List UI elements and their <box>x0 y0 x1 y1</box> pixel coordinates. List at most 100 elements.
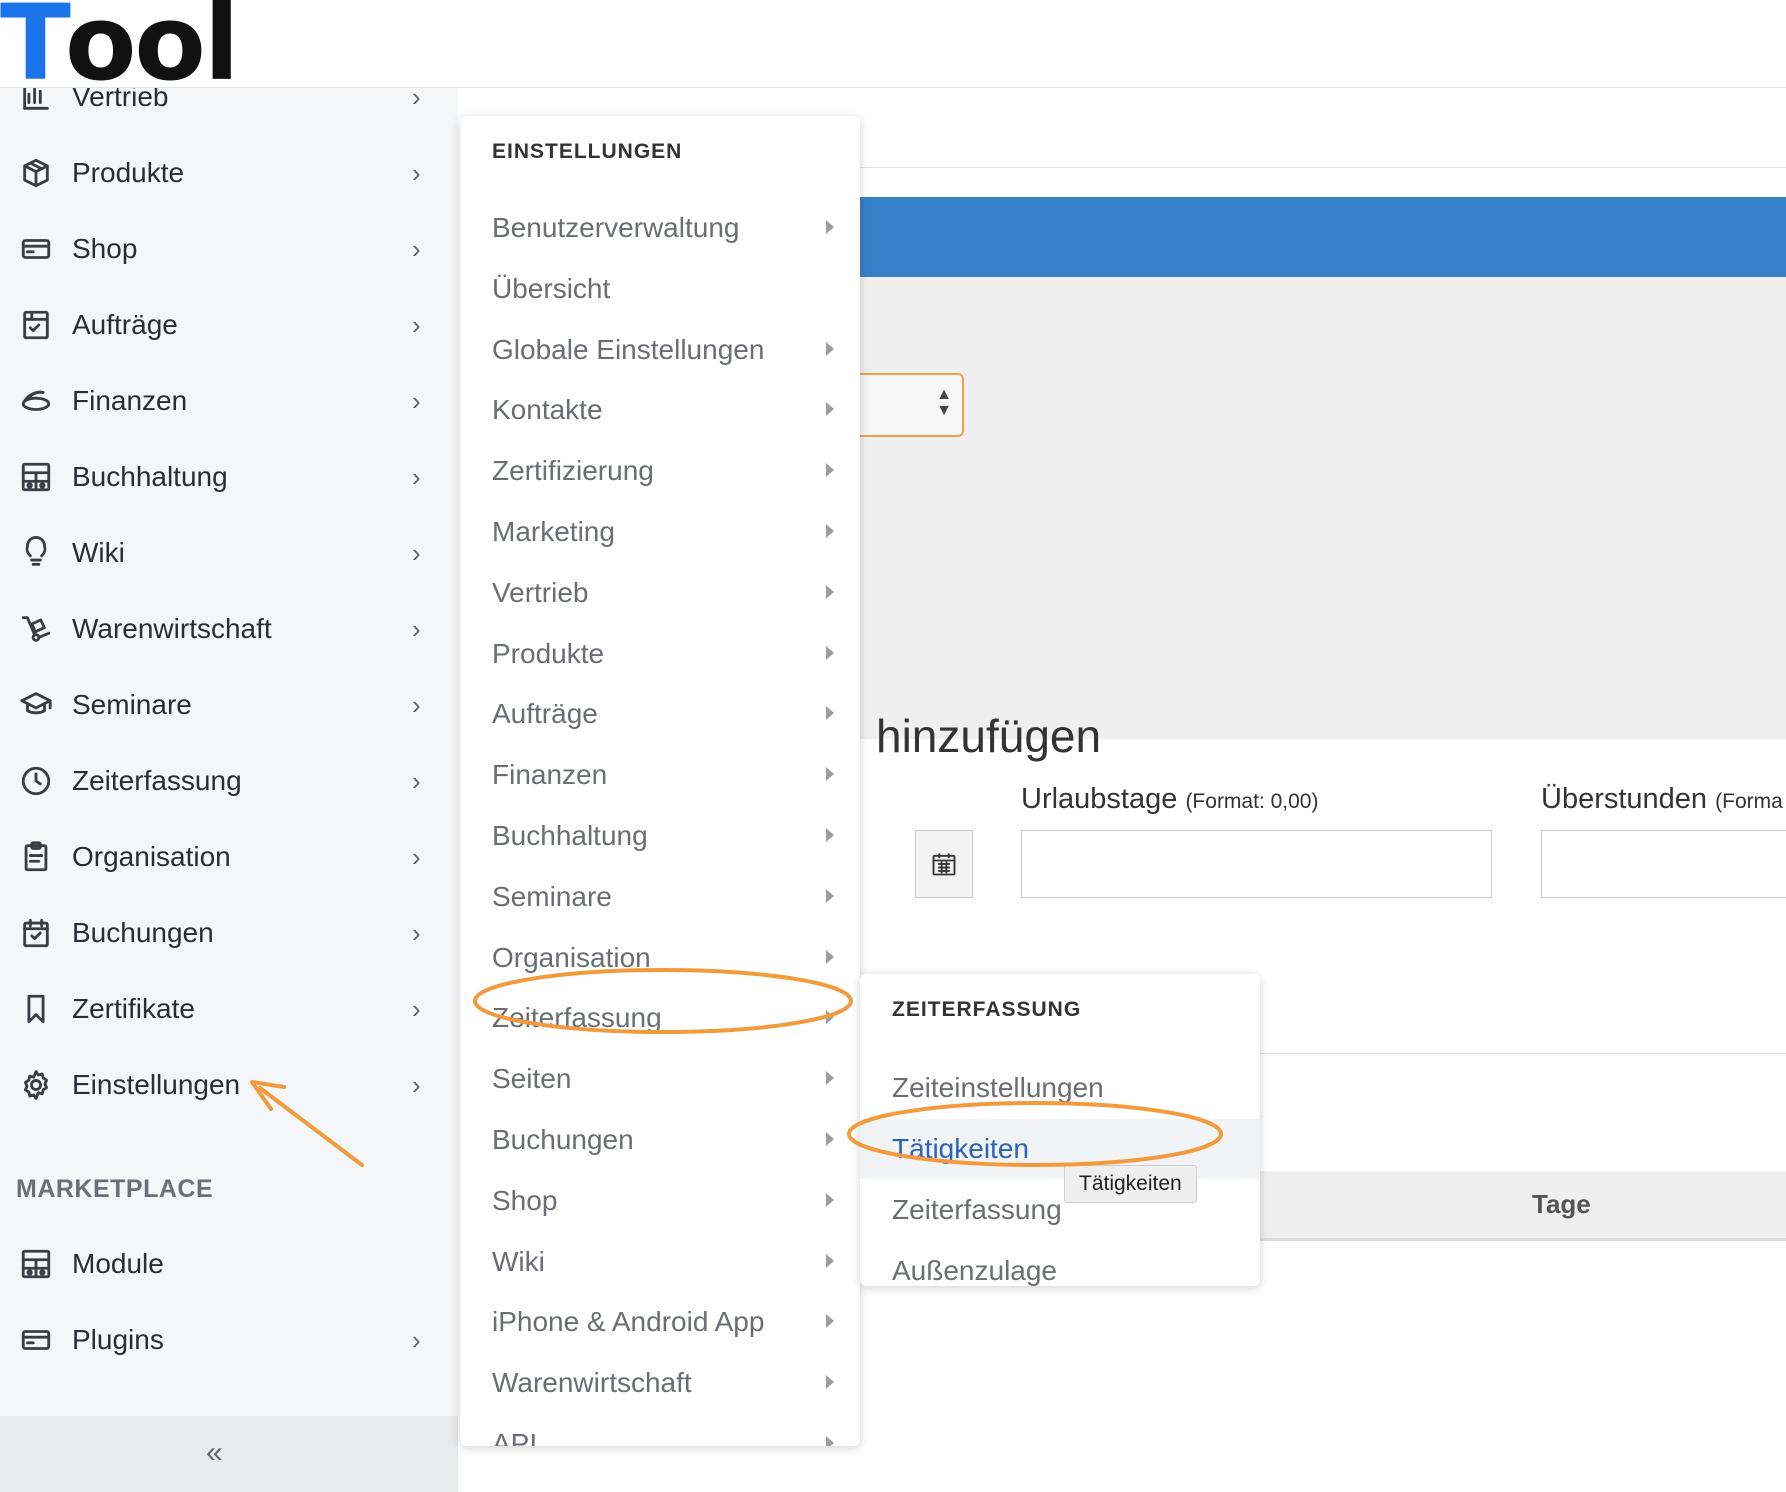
settings-menu-item-api[interactable]: API <box>460 1416 860 1446</box>
settings-menu-item-seminare[interactable]: Seminare <box>460 869 860 925</box>
chevron-right-icon: › <box>412 233 421 264</box>
caret-right-icon <box>826 767 834 782</box>
settings-menu-item-organisation[interactable]: Organisation <box>460 930 860 986</box>
menu-item-label: iPhone & Android App <box>492 1306 765 1338</box>
sidebar-item-label: Wiki <box>72 537 125 568</box>
sidebar-item-einstellungen[interactable]: Einstellungen › <box>0 1055 458 1115</box>
select-arrows-icon: ▲ ▼ <box>936 386 952 419</box>
zeiterfassung-menu-item-zeiteinstellungen[interactable]: Zeiteinstellungen <box>860 1058 1260 1118</box>
menu-item-label: Buchungen <box>492 1124 634 1155</box>
zeiterfassung-menu-item-aussenzulage[interactable]: Außenzulage <box>860 1241 1260 1301</box>
sidebar-item-produkte[interactable]: Produkte › <box>0 143 458 203</box>
settings-menu-item-zertifizierung[interactable]: Zertifizierung <box>460 443 860 499</box>
logo-letter-t: T <box>0 0 71 104</box>
menu-item-label: Wiki <box>492 1245 545 1277</box>
app-header: Tool <box>0 0 1786 104</box>
sidebar-item-zertifikate[interactable]: Zertifikate › <box>0 979 458 1039</box>
menu-item-label: Außenzulage <box>892 1255 1058 1286</box>
app-logo[interactable]: Tool <box>0 0 240 104</box>
caret-right-icon <box>826 828 834 842</box>
settings-menu-item-wiki[interactable]: Wiki <box>460 1234 860 1290</box>
zeiterfassung-menu-item-zeiterfassung[interactable]: Zeiterfassung <box>860 1180 1260 1240</box>
sidebar-item-label: Finanzen <box>72 385 188 416</box>
chevron-right-icon: › <box>412 385 421 416</box>
chevron-right-icon: › <box>412 917 421 948</box>
sidebar-item-shop[interactable]: Shop › <box>0 219 458 279</box>
settings-menu-item-benutzerverwaltung[interactable]: Benutzerverwaltung <box>460 200 860 256</box>
settings-menu-item-iphone-android-app[interactable]: iPhone & Android App <box>460 1294 860 1350</box>
logo-text: ool <box>64 0 240 104</box>
calculator-icon <box>18 459 54 495</box>
caret-right-icon <box>826 1192 834 1207</box>
settings-menu-item-finanzen[interactable]: Finanzen <box>460 747 860 803</box>
menu-item-label: Buchhaltung <box>492 820 648 851</box>
chevron-right-icon: › <box>412 1069 421 1100</box>
settings-menu-item-globale-einstellungen[interactable]: Globale Einstellungen <box>460 322 860 378</box>
caret-right-icon <box>826 706 834 721</box>
menu-item-label: Vertrieb <box>492 576 589 608</box>
graduation-cap-icon <box>18 687 54 723</box>
settings-menu-item-shop[interactable]: Shop <box>460 1173 860 1229</box>
marketplace-section-title: MARKETPLACE <box>16 1175 214 1203</box>
sidebar-item-label: Einstellungen <box>72 1069 241 1100</box>
menu-item-label: Produkte <box>492 637 605 669</box>
chevron-right-icon: › <box>412 993 421 1024</box>
settings-menu-item-buchhaltung[interactable]: Buchhaltung <box>460 808 860 864</box>
chevron-right-icon: › <box>412 689 421 720</box>
zeiterfassung-menu-item-taetigkeiten[interactable]: Tätigkeiten <box>860 1119 1260 1179</box>
settings-menu-item-marketing[interactable]: Marketing <box>460 504 860 560</box>
collapse-sidebar-icon[interactable]: « <box>206 1436 223 1470</box>
sidebar-item-label: Plugins <box>72 1324 164 1355</box>
menu-item-label: Benutzerverwaltung <box>492 212 740 243</box>
sidebar-item-organisation[interactable]: Organisation › <box>0 827 458 887</box>
ueberstunden-label-text: Überstunden <box>1541 783 1708 815</box>
zeiterfassung-flyout-menu: ZEITERFASSUNG Zeiteinstellungen Tätigkeit… <box>860 974 1260 1286</box>
sidebar-item-label: Buchhaltung <box>72 461 228 492</box>
urlaubstage-label: Urlaubstage (Format: 0,00) <box>1021 783 1318 816</box>
sidebar-item-finanzen[interactable]: Finanzen › <box>0 371 458 431</box>
chevron-right-icon: › <box>412 157 421 188</box>
urlaubstage-input[interactable] <box>1021 830 1492 898</box>
settings-menu-item-kontakte[interactable]: Kontakte <box>460 382 860 438</box>
menu-item-label: Globale Einstellungen <box>492 333 765 365</box>
date-picker-button[interactable] <box>915 830 973 898</box>
caret-right-icon <box>826 402 834 417</box>
settings-menu-title: EINSTELLUNGEN <box>492 140 683 163</box>
sidebar-item-seminare[interactable]: Seminare › <box>0 675 458 735</box>
caret-right-icon <box>826 1132 834 1146</box>
menu-item-label: Zeiterfassung <box>492 1002 662 1034</box>
menu-item-label: Zeiteinstellungen <box>892 1072 1104 1103</box>
menu-item-label: Tätigkeiten <box>892 1133 1029 1164</box>
caret-right-icon <box>826 220 834 234</box>
section-heading: hinzufügen <box>876 710 1102 762</box>
settings-menu-item-buchungen[interactable]: Buchungen <box>460 1112 860 1168</box>
sidebar-item-warenwirtschaft[interactable]: Warenwirtschaft › <box>0 599 458 659</box>
sidebar-item-auftraege[interactable]: Aufträge › <box>0 295 458 355</box>
settings-menu-item-zeiterfassung[interactable]: Zeiterfassung <box>460 990 860 1046</box>
sidebar-item-wiki[interactable]: Wiki › <box>0 523 458 583</box>
sidebar-item-label: Module <box>72 1248 164 1279</box>
sidebar-item-module[interactable]: Module <box>0 1234 458 1294</box>
caret-right-icon <box>826 1010 834 1025</box>
sidebar-item-buchungen[interactable]: Buchungen › <box>0 903 458 963</box>
ueberstunden-input[interactable] <box>1541 830 1786 898</box>
clock-icon <box>18 763 54 799</box>
sidebar-item-label: Zeiterfassung <box>72 765 242 796</box>
sidebar-item-label: Zertifikate <box>72 993 195 1024</box>
hand-truck-icon <box>18 611 54 647</box>
calendar-icon <box>932 853 956 876</box>
settings-menu-item-auftraege[interactable]: Aufträge <box>460 686 860 742</box>
settings-menu-item-seiten[interactable]: Seiten <box>460 1051 860 1107</box>
settings-menu-item-uebersicht[interactable]: Übersicht <box>460 261 860 317</box>
caret-right-icon <box>826 949 834 964</box>
settings-menu-item-vertrieb[interactable]: Vertrieb <box>460 565 860 621</box>
sidebar-item-plugins[interactable]: Plugins › <box>0 1310 458 1370</box>
sidebar-item-buchhaltung[interactable]: Buchhaltung › <box>0 447 458 507</box>
chevron-right-icon: › <box>412 309 421 340</box>
box-icon <box>18 155 54 191</box>
settings-menu-item-produkte[interactable]: Produkte <box>460 626 860 682</box>
sidebar: Vertrieb › Produkte › Shop › Aufträge › Finanzen… <box>0 0 458 1492</box>
urlaubstage-label-text: Urlaubstage <box>1021 783 1178 815</box>
sidebar-item-zeiterfassung[interactable]: Zeiterfassung › <box>0 751 458 811</box>
settings-menu-item-warenwirtschaft[interactable]: Warenwirtschaft <box>460 1355 860 1411</box>
